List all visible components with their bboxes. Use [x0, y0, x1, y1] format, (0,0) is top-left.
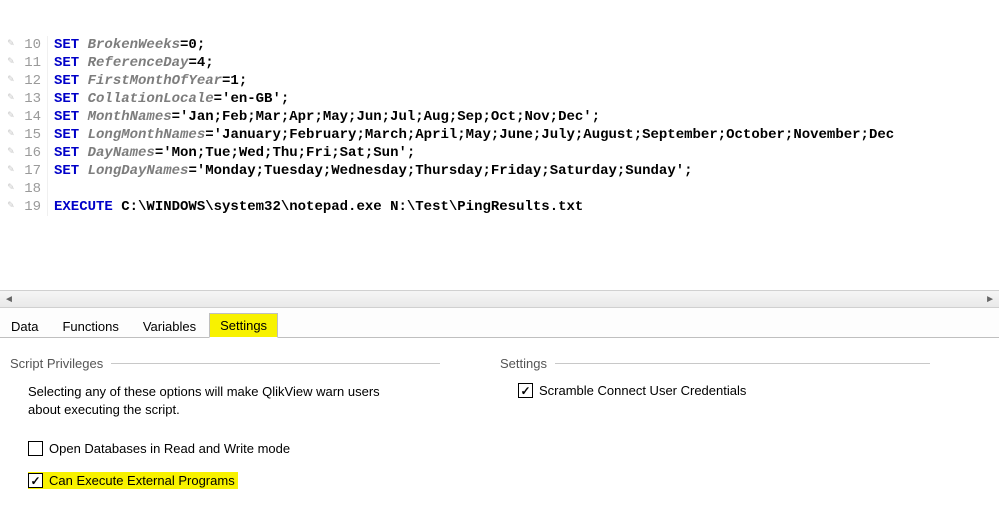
- settings-panel: Script Privileges Selecting any of these…: [0, 338, 999, 519]
- settings-title: Settings: [500, 356, 547, 371]
- scroll-left-icon[interactable]: ◄: [4, 294, 14, 305]
- bookmark-icon[interactable]: ✎: [2, 74, 14, 86]
- gutter-line-number: ✎13: [0, 90, 48, 108]
- bookmark-icon[interactable]: ✎: [2, 182, 14, 194]
- bookmark-icon[interactable]: ✎: [2, 110, 14, 122]
- scroll-right-icon[interactable]: ►: [985, 294, 995, 305]
- gutter-line-number: ✎16: [0, 144, 48, 162]
- bottom-tabstrip: Data Functions Variables Settings: [0, 308, 999, 338]
- open-db-rw-label: Open Databases in Read and Write mode: [49, 441, 290, 456]
- open-db-rw-row[interactable]: Open Databases in Read and Write mode: [28, 441, 440, 456]
- code-line[interactable]: ✎10SET BrokenWeeks=0;: [0, 36, 999, 54]
- code-line[interactable]: ✎16SET DayNames='Mon;Tue;Wed;Thu;Fri;Sat…: [0, 144, 999, 162]
- tab-settings[interactable]: Settings: [209, 313, 278, 338]
- code-content[interactable]: SET BrokenWeeks=0;: [48, 36, 999, 54]
- bookmark-icon[interactable]: ✎: [2, 164, 14, 176]
- gutter-line-number: ✎12: [0, 72, 48, 90]
- code-line[interactable]: ✎15SET LongMonthNames='January;February;…: [0, 126, 999, 144]
- code-line[interactable]: ✎19EXECUTE C:\WINDOWS\system32\notepad.e…: [0, 198, 999, 216]
- code-content[interactable]: SET LongMonthNames='January;February;Mar…: [48, 126, 999, 144]
- bookmark-icon[interactable]: ✎: [2, 56, 14, 68]
- open-db-rw-checkbox[interactable]: [28, 441, 43, 456]
- can-execute-external-checkbox[interactable]: [28, 473, 43, 488]
- tab-functions[interactable]: Functions: [51, 314, 129, 338]
- code-line[interactable]: ✎17SET LongDayNames='Monday;Tuesday;Wedn…: [0, 162, 999, 180]
- bookmark-icon[interactable]: ✎: [2, 200, 14, 212]
- gutter-line-number: ✎14: [0, 108, 48, 126]
- bookmark-icon[interactable]: ✎: [2, 128, 14, 140]
- code-content[interactable]: SET CollationLocale='en-GB';: [48, 90, 999, 108]
- scramble-connect-row[interactable]: Scramble Connect User Credentials: [518, 383, 930, 398]
- gutter-line-number: ✎18: [0, 180, 48, 198]
- code-content[interactable]: EXECUTE C:\WINDOWS\system32\notepad.exe …: [48, 198, 999, 216]
- code-content[interactable]: SET FirstMonthOfYear=1;: [48, 72, 999, 90]
- tab-data[interactable]: Data: [0, 314, 49, 338]
- script-editor[interactable]: ✎10SET BrokenWeeks=0;✎11SET ReferenceDay…: [0, 0, 999, 290]
- can-execute-external-label: Can Execute External Programs: [49, 473, 235, 488]
- tab-variables[interactable]: Variables: [132, 314, 207, 338]
- code-line[interactable]: ✎18: [0, 180, 999, 198]
- code-content[interactable]: SET LongDayNames='Monday;Tuesday;Wednesd…: [48, 162, 999, 180]
- gutter-line-number: ✎10: [0, 36, 48, 54]
- bookmark-icon[interactable]: ✎: [2, 92, 14, 104]
- script-privileges-title: Script Privileges: [10, 356, 103, 371]
- gutter-line-number: ✎17: [0, 162, 48, 180]
- editor-horizontal-scrollbar[interactable]: ◄ ►: [0, 290, 999, 308]
- bookmark-icon[interactable]: ✎: [2, 146, 14, 158]
- script-privileges-description: Selecting any of these options will make…: [28, 383, 408, 419]
- settings-group: Settings Scramble Connect User Credentia…: [500, 356, 930, 509]
- code-content[interactable]: SET DayNames='Mon;Tue;Wed;Thu;Fri;Sat;Su…: [48, 144, 999, 162]
- code-line[interactable]: ✎12SET FirstMonthOfYear=1;: [0, 72, 999, 90]
- gutter-line-number: ✎15: [0, 126, 48, 144]
- scramble-connect-checkbox[interactable]: [518, 383, 533, 398]
- scramble-connect-label: Scramble Connect User Credentials: [539, 383, 746, 398]
- can-execute-external-row[interactable]: Can Execute External Programs: [28, 472, 238, 489]
- gutter-line-number: ✎11: [0, 54, 48, 72]
- code-line[interactable]: ✎11SET ReferenceDay=4;: [0, 54, 999, 72]
- code-content[interactable]: SET ReferenceDay=4;: [48, 54, 999, 72]
- code-line[interactable]: ✎14SET MonthNames='Jan;Feb;Mar;Apr;May;J…: [0, 108, 999, 126]
- gutter-line-number: ✎19: [0, 198, 48, 216]
- code-content[interactable]: [48, 180, 999, 198]
- bookmark-icon[interactable]: ✎: [2, 38, 14, 50]
- code-content[interactable]: SET MonthNames='Jan;Feb;Mar;Apr;May;Jun;…: [48, 108, 999, 126]
- code-line[interactable]: ✎13SET CollationLocale='en-GB';: [0, 90, 999, 108]
- script-privileges-group: Script Privileges Selecting any of these…: [10, 356, 440, 509]
